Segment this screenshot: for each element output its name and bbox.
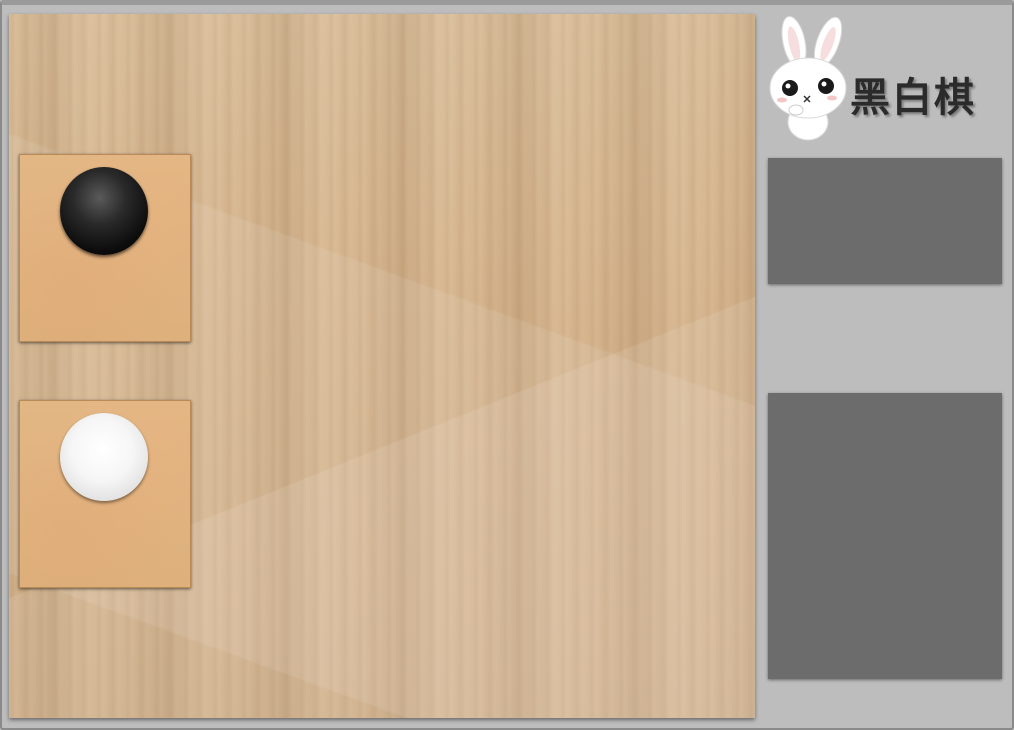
rabbit-mascot-icon bbox=[769, 15, 847, 141]
player-card-white bbox=[19, 400, 191, 588]
player-card-black bbox=[19, 154, 191, 342]
game-title: 黑白棋 bbox=[850, 75, 976, 121]
game-logo: 黑白棋 bbox=[766, 14, 1010, 144]
black-stone-icon bbox=[60, 167, 148, 255]
info-panel-bottom bbox=[768, 393, 1002, 679]
white-stone-icon bbox=[60, 413, 148, 501]
game-board[interactable] bbox=[9, 14, 755, 718]
info-panel-top bbox=[768, 158, 1002, 284]
